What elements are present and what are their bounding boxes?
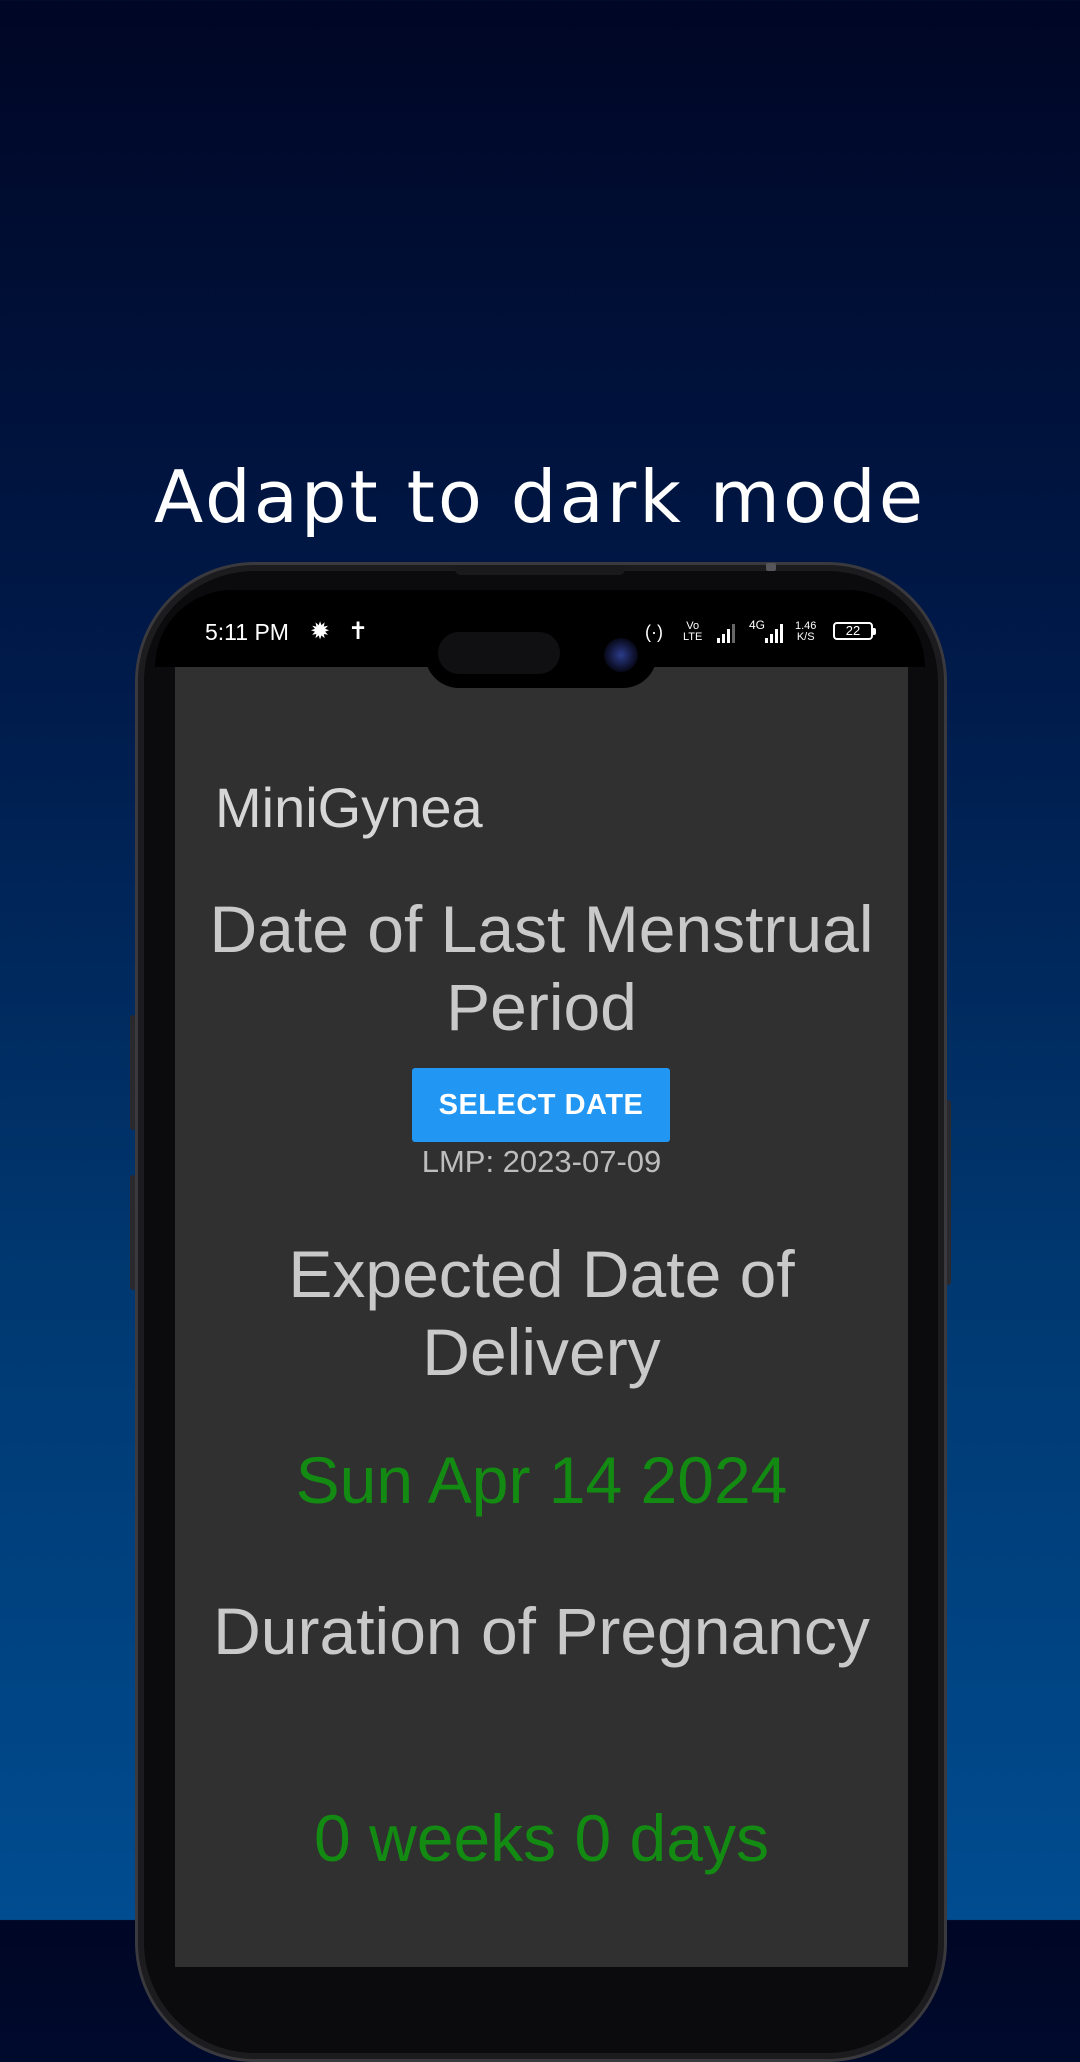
network-4g-label: 4G (749, 618, 766, 632)
speaker-grille (455, 565, 625, 575)
sensor-dot (766, 563, 776, 571)
network-speed: 1.46 K/S (795, 620, 817, 643)
accessibility-icon: ✝ (348, 617, 369, 645)
edd-heading: Expected Date of Delivery (288, 1237, 795, 1389)
status-time: 5:11 PM (205, 619, 289, 645)
signal-icon-2 (765, 619, 787, 647)
signal-icon (717, 619, 739, 647)
hotspot-icon: (·) (645, 622, 663, 642)
camera-icon (604, 638, 638, 672)
lmp-value: LMP: 2023-07-09 (421, 1144, 662, 1179)
volte-icon: Vo LTE (683, 620, 703, 643)
settings-icon: ✹ (310, 617, 331, 645)
island-sensor (438, 632, 560, 674)
status-right-icons: (·) Vo LTE 4G 1.46 K/S 22 (645, 619, 880, 645)
select-date-button[interactable]: SELECT DATE (412, 1068, 670, 1142)
app-title: MiniGynea (215, 776, 483, 839)
duration-value: 0 weeks 0 days (314, 1801, 769, 1875)
promo-headline: Adapt to dark mode (154, 455, 926, 539)
battery-icon: 22 (833, 622, 876, 640)
edd-value: Sun Apr 14 2024 (295, 1443, 788, 1517)
duration-heading: Duration of Pregnancy (213, 1594, 870, 1668)
lmp-heading: Date of Last Menstrual Period (209, 892, 874, 1044)
